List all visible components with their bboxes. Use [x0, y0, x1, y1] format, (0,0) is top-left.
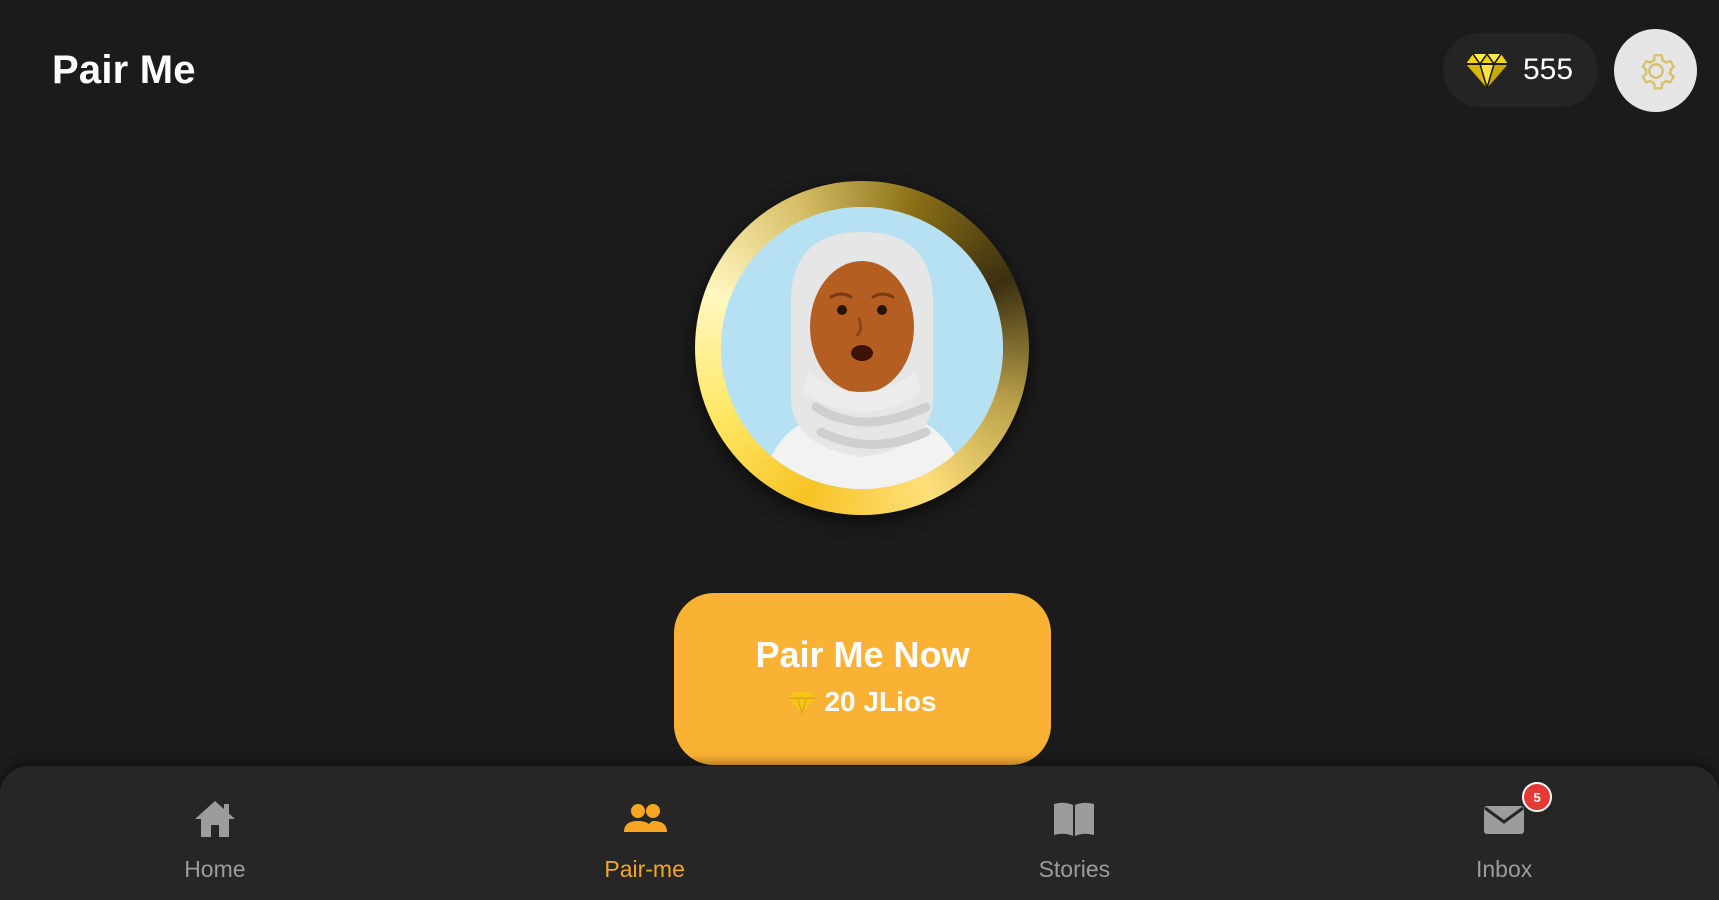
bottom-nav: Home Pair-me Stories Inbox 5 — [0, 766, 1719, 900]
nav-item-inbox[interactable]: Inbox 5 — [1289, 766, 1719, 900]
settings-button[interactable] — [1614, 29, 1697, 112]
nav-item-stories[interactable]: Stories — [860, 766, 1290, 900]
mail-icon — [1484, 806, 1525, 834]
pair-cost-text: 20 JLios — [824, 686, 937, 717]
avatar-woman-hijab-icon — [721, 207, 1003, 489]
nav-label: Pair-me — [604, 856, 685, 882]
pair-me-screen: Pair Me 555 Pair Me Now 20 JLios Home Pa… — [0, 0, 1719, 900]
gem-balance[interactable]: 555 — [1443, 33, 1598, 107]
gear-icon — [1640, 53, 1675, 89]
nav-label: Stories — [1038, 856, 1111, 882]
people-icon — [623, 804, 667, 832]
page-title: Pair Me — [52, 48, 196, 92]
gem-count: 555 — [1523, 53, 1574, 86]
home-icon — [194, 801, 235, 837]
avatar-frame[interactable] — [695, 181, 1029, 515]
pair-cost: 20 JLios — [788, 686, 937, 718]
diamond-icon — [1466, 52, 1508, 90]
nav-item-pair-me[interactable]: Pair-me — [430, 766, 860, 900]
nav-label: Home — [184, 856, 246, 882]
diamond-icon — [789, 691, 816, 715]
nav-item-home[interactable]: Home — [0, 766, 430, 900]
nav-label: Inbox — [1475, 856, 1533, 882]
pair-me-now-button[interactable]: Pair Me Now 20 JLios — [674, 593, 1051, 765]
book-icon — [1054, 802, 1095, 836]
avatar — [721, 207, 1003, 489]
inbox-badge: 5 — [1522, 782, 1553, 812]
pair-button-label: Pair Me Now — [755, 634, 970, 675]
